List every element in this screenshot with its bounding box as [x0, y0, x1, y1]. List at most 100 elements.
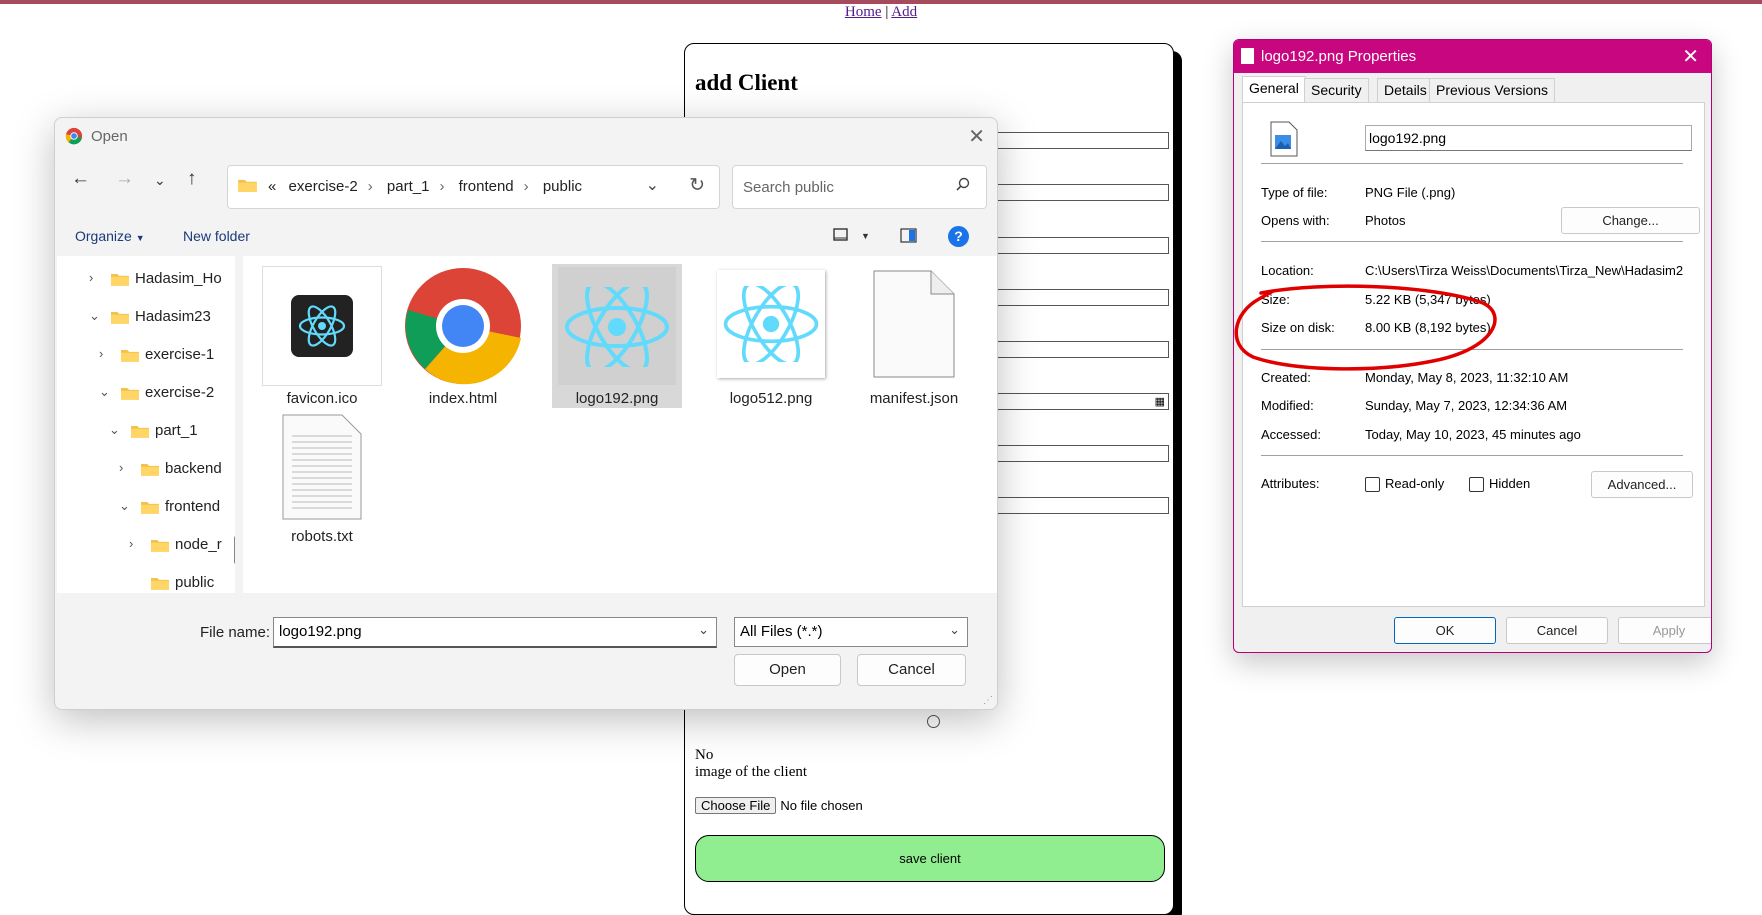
location-label: Location:: [1261, 263, 1314, 278]
choose-file-button[interactable]: Choose File: [695, 797, 777, 814]
organize-label: Organize: [75, 228, 132, 244]
breadcrumb-item[interactable]: part_1: [387, 178, 430, 195]
search-box[interactable]: Search public: [732, 165, 987, 209]
dialog-toolbar: Organize ▼ New folder ▼: [55, 216, 997, 256]
help-icon[interactable]: ?: [948, 226, 969, 247]
chevron-down-icon[interactable]: ⌄: [119, 498, 130, 514]
tab-previous-versions[interactable]: Previous Versions: [1429, 78, 1556, 102]
breadcrumb-overflow[interactable]: «: [268, 178, 276, 195]
forward-arrow-icon[interactable]: →: [115, 168, 134, 190]
open-dialog-titlebar[interactable]: Open ✕: [55, 118, 997, 154]
apply-button[interactable]: Apply: [1618, 617, 1711, 644]
cancel-button[interactable]: Cancel: [857, 654, 966, 686]
refresh-icon[interactable]: ↻: [689, 174, 705, 197]
back-arrow-icon[interactable]: ←: [71, 168, 90, 190]
tab-general[interactable]: General: [1242, 76, 1306, 102]
readonly-label: Read-only: [1385, 476, 1445, 491]
tree-item-public[interactable]: public: [129, 574, 214, 591]
tree-item-label: frontend: [165, 498, 221, 515]
chevron-right-icon[interactable]: ›: [129, 536, 133, 551]
open-button[interactable]: Open: [734, 654, 841, 686]
form-field-2[interactable]: [985, 184, 1169, 201]
new-folder-button[interactable]: New folder: [183, 228, 250, 244]
add-link[interactable]: Add: [891, 4, 917, 20]
file-name-field[interactable]: logo192.png: [1365, 125, 1692, 151]
form-field-7[interactable]: [985, 445, 1169, 462]
tree-item-part-1[interactable]: ⌄ part_1: [109, 422, 198, 439]
save-client-button[interactable]: save client: [695, 835, 1165, 882]
view-icon[interactable]: [833, 228, 849, 242]
up-arrow-icon[interactable]: ↑: [187, 168, 197, 190]
calendar-icon[interactable]: ▦: [1155, 395, 1165, 408]
tab-details[interactable]: Details: [1377, 78, 1434, 102]
file-item-favicon[interactable]: favicon.ico: [257, 256, 387, 407]
organize-menu[interactable]: Organize ▼: [75, 228, 145, 244]
form-field-8[interactable]: [985, 497, 1169, 514]
file-item-robots[interactable]: robots.txt: [257, 404, 387, 545]
radio-no[interactable]: [927, 715, 940, 728]
chevron-down-icon[interactable]: ⌄: [698, 622, 709, 638]
close-icon[interactable]: ✕: [968, 124, 985, 149]
tree-item-hadasim-ho[interactable]: › Hadasim_Ho: [89, 270, 222, 287]
tree-item-label: backend: [165, 460, 222, 477]
file-item-logo192[interactable]: logo192.png: [552, 264, 682, 408]
file-item-manifest[interactable]: manifest.json: [849, 256, 979, 407]
chevron-down-icon[interactable]: ⌄: [89, 308, 100, 324]
red-annotation-circle: [1234, 284, 1497, 371]
tab-security[interactable]: Security: [1304, 78, 1369, 102]
home-link[interactable]: Home: [845, 4, 882, 20]
chevron-down-icon[interactable]: ⌄: [99, 384, 110, 400]
checkbox-box[interactable]: [1469, 477, 1484, 493]
file-item-index-html[interactable]: index.html: [398, 256, 528, 407]
folder-icon: [121, 350, 139, 362]
breadcrumb-item[interactable]: public: [543, 178, 582, 195]
file-type-filter[interactable]: All Files (*.*) ⌄: [734, 617, 968, 647]
form-field-1[interactable]: [985, 132, 1169, 149]
form-field-5[interactable]: [985, 341, 1169, 358]
tree-item-node-modules[interactable]: › node_r: [129, 536, 222, 553]
form-field-3[interactable]: [985, 237, 1169, 254]
tree-item-frontend[interactable]: ⌄ frontend: [119, 498, 220, 515]
file-name: logo192.png: [575, 390, 659, 407]
location-value: C:\Users\Tirza Weiss\Documents\Tirza_New…: [1365, 263, 1684, 278]
opens-value: Photos: [1365, 213, 1406, 228]
react-icon: [291, 295, 353, 357]
checkbox-box[interactable]: [1365, 477, 1380, 493]
breadcrumb-item[interactable]: frontend: [459, 178, 514, 195]
properties-title: logo192.png Properties: [1261, 48, 1417, 65]
cancel-button[interactable]: Cancel: [1506, 617, 1608, 644]
preview-pane-icon[interactable]: [900, 228, 917, 243]
tree-item-exercise-1[interactable]: › exercise-1: [99, 346, 214, 363]
file-item-logo512[interactable]: logo512.png: [706, 256, 836, 407]
advanced-button[interactable]: Advanced...: [1591, 471, 1693, 498]
react-icon: [723, 286, 819, 362]
tree-item-label: exercise-1: [145, 346, 215, 363]
chevron-right-icon[interactable]: ›: [89, 270, 93, 285]
chevron-right-icon[interactable]: ›: [99, 346, 103, 361]
hidden-checkbox[interactable]: Hidden: [1469, 476, 1530, 493]
form-field-4[interactable]: [985, 289, 1169, 306]
navigation-tree: › Hadasim_Ho ⌄ Hadasim23 › exercise-1 ⌄ exer…: [57, 256, 235, 593]
view-caret-icon[interactable]: ▼: [861, 231, 870, 241]
close-icon[interactable]: ✕: [1682, 44, 1699, 69]
chevron-right-icon[interactable]: ›: [119, 460, 123, 475]
tree-scrollbar[interactable]: [234, 536, 235, 564]
readonly-checkbox[interactable]: Read-only: [1365, 476, 1445, 493]
chevron-down-icon[interactable]: ⌄: [109, 422, 120, 438]
recent-chevron-icon[interactable]: ⌄: [154, 172, 166, 189]
divider: [1261, 163, 1683, 164]
file-name-input[interactable]: logo192.png ⌄: [273, 617, 717, 648]
tree-item-hadasim23[interactable]: ⌄ Hadasim23: [89, 308, 211, 325]
date-field[interactable]: ▦: [985, 393, 1169, 410]
ok-button[interactable]: OK: [1394, 617, 1496, 644]
address-bar[interactable]: « exercise-2 › part_1 › frontend › public ⌄…: [227, 165, 720, 209]
tree-item-exercise-2[interactable]: ⌄ exercise-2: [99, 384, 214, 401]
breadcrumb-item[interactable]: exercise-2: [289, 178, 358, 195]
type-value: PNG File (.png): [1365, 185, 1456, 200]
tree-item-backend[interactable]: › backend: [119, 460, 222, 477]
properties-titlebar[interactable]: logo192.png Properties ✕: [1234, 40, 1711, 73]
chevron-down-icon[interactable]: ⌄: [646, 175, 659, 195]
resize-grip-icon[interactable]: ⋰: [983, 695, 993, 706]
change-button[interactable]: Change...: [1561, 207, 1700, 234]
search-input[interactable]: Search public: [743, 179, 834, 196]
